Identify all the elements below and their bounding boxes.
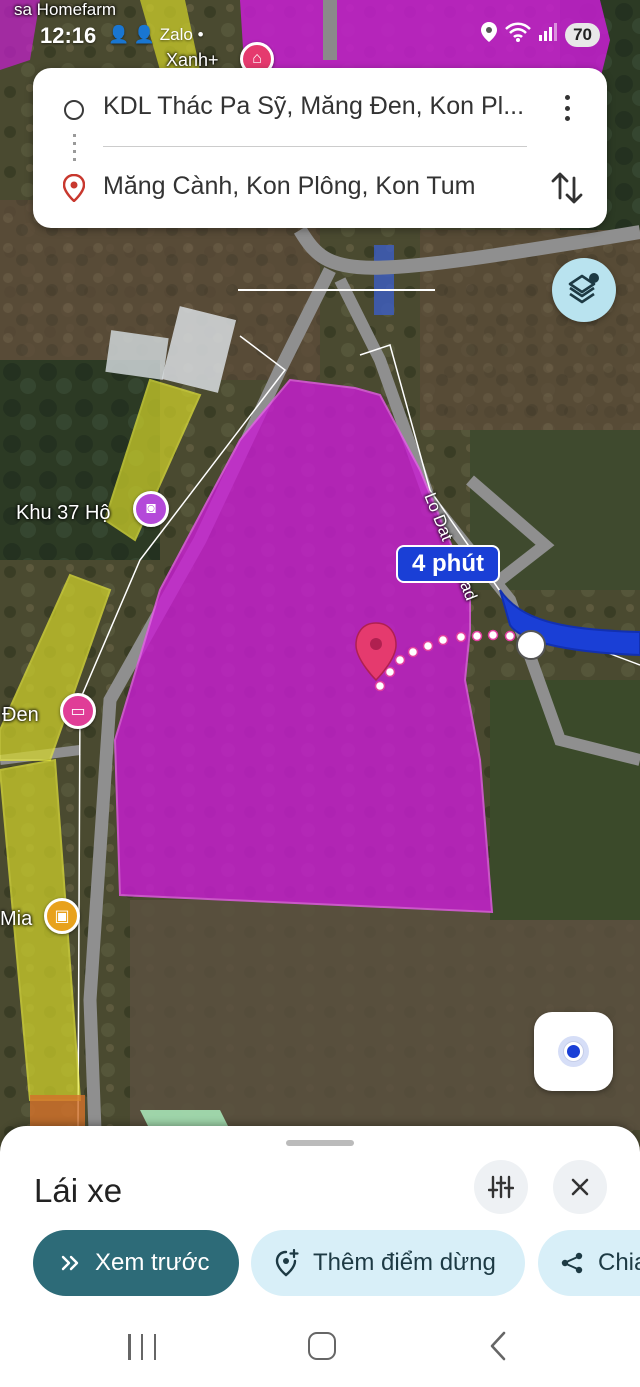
home-icon[interactable] <box>308 1332 336 1360</box>
map-label-den: Đen <box>2 704 39 726</box>
more-options-icon[interactable] <box>557 92 577 124</box>
layers-button[interactable] <box>552 258 616 322</box>
travel-mode-title: Lái xe <box>34 1172 123 1209</box>
destination-pin-icon <box>62 173 86 207</box>
hotel-poi-icon[interactable]: ▭ <box>60 693 96 729</box>
route-options-button[interactable] <box>474 1160 528 1214</box>
route-connector <box>73 134 76 162</box>
tune-icon <box>488 1175 514 1199</box>
back-icon[interactable] <box>488 1330 508 1367</box>
preview-label: Xem trước <box>95 1249 210 1276</box>
add-stop-label: Thêm điểm dừng <box>313 1249 496 1276</box>
wifi-icon <box>505 22 531 47</box>
preview-button[interactable]: Xem trước <box>33 1230 239 1296</box>
camera-poi-icon[interactable]: ◙ <box>133 491 169 527</box>
my-location-icon <box>564 1042 583 1061</box>
notification-icons: 👤 👤 Zalo • <box>108 25 204 44</box>
layers-icon <box>568 273 599 304</box>
double-chevron-icon <box>61 1255 81 1271</box>
close-icon <box>571 1178 589 1196</box>
add-stop-button[interactable]: Thêm điểm dừng <box>251 1230 525 1296</box>
status-bar: 12:16 👤 👤 Zalo • 70 <box>0 0 640 60</box>
food-poi-icon[interactable]: ▣ <box>44 898 80 934</box>
destination-field[interactable]: Măng Cành, Kon Plông, Kon Tum <box>103 172 543 201</box>
add-location-icon <box>275 1249 299 1277</box>
signal-icon <box>539 23 558 46</box>
my-location-button[interactable] <box>534 1012 613 1091</box>
map-label-mia: Mia <box>0 908 33 930</box>
share-label: Chia sẻ <box>598 1249 640 1276</box>
system-nav-bar <box>0 1310 640 1387</box>
map-label-khu37: Khu 37 Hộ <box>16 502 111 524</box>
battery-level: 70 <box>565 22 600 47</box>
close-button[interactable] <box>553 1160 607 1214</box>
share-icon <box>560 1251 584 1275</box>
route-card: KDL Thác Pa Sỹ, Măng Đen, Kon Pl... Măng… <box>33 68 607 228</box>
status-time: 12:16 <box>40 23 97 48</box>
origin-circle-icon <box>64 100 84 120</box>
drag-handle[interactable] <box>286 1140 354 1146</box>
share-button[interactable]: Chia sẻ <box>538 1230 640 1296</box>
route-divider <box>103 146 527 147</box>
status-right-icons: 70 <box>481 22 600 47</box>
recents-icon[interactable] <box>128 1334 156 1360</box>
swap-route-icon[interactable] <box>549 168 585 208</box>
location-icon <box>481 22 498 47</box>
origin-field[interactable]: KDL Thác Pa Sỹ, Măng Đen, Kon Pl... <box>103 92 543 121</box>
eta-badge[interactable]: 4 phút <box>396 545 500 583</box>
